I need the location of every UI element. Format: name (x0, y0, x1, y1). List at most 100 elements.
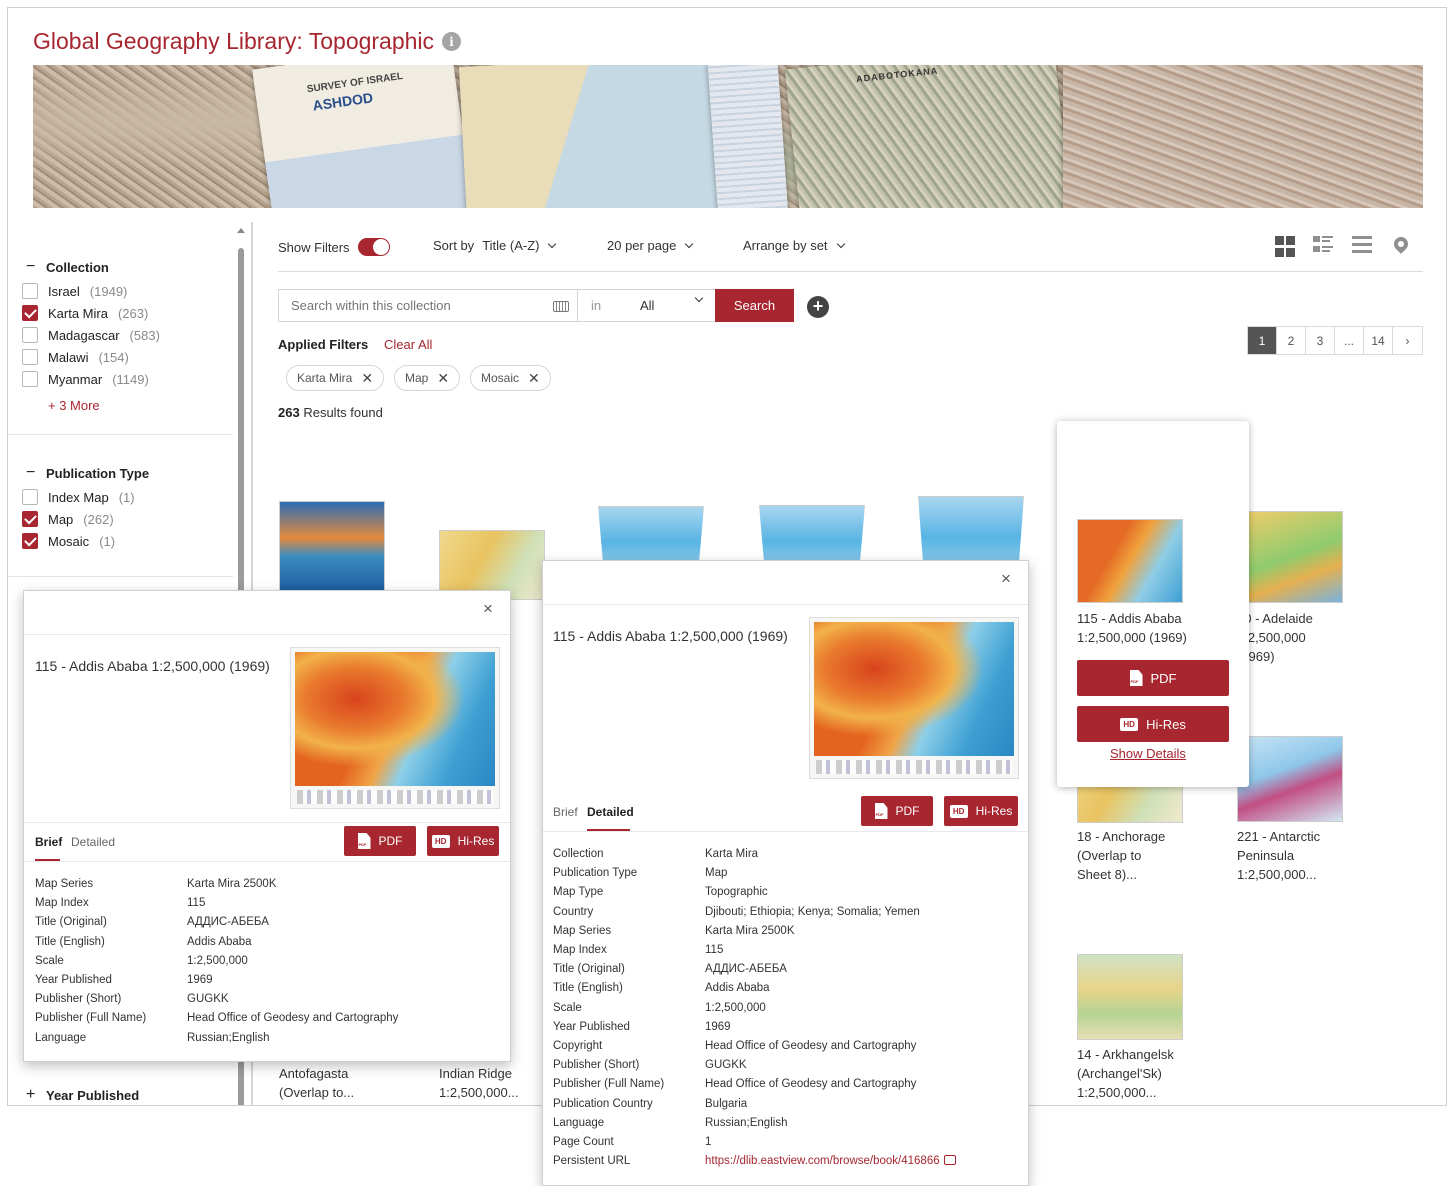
facet-option-label: Israel (48, 283, 80, 299)
show-filters-toggle[interactable] (357, 238, 390, 256)
result-thumbnail[interactable] (1077, 954, 1183, 1040)
add-search-row-icon[interactable]: + (807, 296, 829, 318)
hi-res-button[interactable]: HD Hi-Res (427, 826, 499, 856)
results-toolbar: Show Filters Sort by Title (A-Z) 20 per … (278, 234, 1423, 272)
metadata-value: АДДИС-АБЕБА (187, 916, 269, 929)
keyboard-icon[interactable] (553, 301, 569, 312)
checkbox[interactable] (22, 327, 38, 343)
facet-option[interactable]: Index Map (1) (22, 489, 135, 505)
result-caption[interactable]: 18 - Anchorage (Overlap to Sheet 8)... (1077, 827, 1165, 884)
per-page-select[interactable]: 20 per page (607, 238, 694, 253)
more-collections-link[interactable]: + 3 More (48, 398, 100, 413)
remove-filter-icon[interactable]: ✕ (528, 370, 540, 387)
list-view-icon[interactable] (1352, 236, 1374, 258)
hi-res-button[interactable]: HD Hi-Res (1077, 706, 1229, 742)
checkbox[interactable] (22, 371, 38, 387)
caption-line: (Overlap to (1077, 848, 1142, 863)
facet-publication-type-heading[interactable]: − Publication Type (26, 464, 149, 482)
metadata-row: Map Series Karta Mira 2500K (35, 878, 277, 890)
close-icon[interactable]: × (483, 599, 493, 619)
checkbox[interactable] (22, 489, 38, 505)
result-caption[interactable]: Indian Ridge 1:2,500,000... (439, 1064, 519, 1102)
hd-icon: HD (1120, 717, 1139, 731)
facet-option-label: Karta Mira (48, 305, 108, 321)
caption-line: (Overlap to... (279, 1085, 355, 1100)
page-button[interactable]: 1 (1248, 327, 1277, 354)
checkbox[interactable] (22, 533, 38, 549)
result-thumbnail[interactable] (598, 506, 704, 566)
result-thumbnail[interactable] (1237, 736, 1343, 822)
search-button[interactable]: Search (715, 289, 794, 322)
info-icon[interactable]: i (442, 32, 462, 51)
facet-option[interactable]: Mosaic (1) (22, 533, 115, 549)
facet-option[interactable]: Madagascar (583) (22, 327, 160, 343)
metadata-row: Map Index 115 (35, 897, 205, 909)
persistent-url-link[interactable]: https://dlib.eastview.com/browse/book/41… (705, 1155, 940, 1167)
tab-brief[interactable]: Brief (35, 835, 62, 849)
expand-icon[interactable]: + (26, 1086, 36, 1104)
result-caption[interactable]: 221 - Antarctic Peninsula 1:2,500,000... (1237, 827, 1320, 884)
grid-view-icon[interactable] (1275, 236, 1297, 258)
search-scope-select[interactable]: All (640, 298, 654, 313)
facet-year-published-heading[interactable]: + Year Published (26, 1086, 139, 1104)
tab-detailed[interactable]: Detailed (71, 835, 115, 849)
facet-title: Collection (46, 259, 109, 275)
result-hover-card[interactable]: 115 - Addis Ababa 1:2,500,000 (1969) PDF… (1057, 421, 1249, 787)
scroll-up-arrow-icon[interactable] (237, 228, 245, 233)
collapse-icon[interactable]: − (26, 258, 36, 276)
result-caption[interactable]: Antofagasta (Overlap to... (279, 1064, 354, 1102)
close-icon[interactable]: × (1001, 569, 1011, 589)
chevron-down-icon (685, 239, 694, 248)
checkbox[interactable] (22, 283, 38, 299)
tab-brief[interactable]: Brief (553, 805, 578, 819)
copy-link-icon[interactable] (943, 1155, 956, 1166)
pdf-button[interactable]: PDF (1077, 660, 1229, 696)
page-button[interactable]: 2 (1277, 327, 1306, 354)
page-button[interactable]: ... (1335, 327, 1364, 354)
metadata-value: Addis Ababa (705, 982, 770, 995)
facet-option[interactable]: Karta Mira (263) (22, 305, 148, 321)
filter-chip[interactable]: Mosaic ✕ (470, 365, 551, 391)
result-caption[interactable]: 14 - Arkhangelsk (Archangel'Sk) 1:2,500,… (1077, 1045, 1174, 1102)
page-button[interactable]: 3 (1306, 327, 1335, 354)
hi-res-button[interactable]: HD Hi-Res (944, 796, 1018, 826)
map-pin-icon[interactable] (1391, 234, 1416, 258)
filter-chip[interactable]: Karta Mira ✕ (286, 365, 385, 391)
sort-control[interactable]: Sort by Title (A-Z) (433, 238, 557, 253)
result-caption[interactable]: 115 - Addis Ababa 1:2,500,000 (1969) (1077, 609, 1187, 647)
result-thumbnail[interactable] (279, 501, 385, 593)
facet-option[interactable]: Map (262) (22, 511, 114, 527)
result-thumbnail[interactable] (1237, 511, 1343, 603)
facet-option[interactable]: Israel (1949) (22, 283, 127, 299)
filter-chip[interactable]: Map ✕ (394, 365, 461, 391)
facet-option-label: Madagascar (48, 327, 120, 343)
facet-collection-heading[interactable]: − Collection (26, 258, 109, 276)
remove-filter-icon[interactable]: ✕ (437, 370, 449, 387)
facet-option-count: (1949) (89, 283, 128, 299)
pdf-button[interactable]: PDF (861, 796, 933, 826)
next-page-button[interactable]: › (1393, 327, 1422, 354)
page-button[interactable]: 14 (1364, 327, 1393, 354)
result-thumbnail[interactable] (1077, 519, 1183, 603)
search-input[interactable] (291, 298, 541, 313)
checkbox[interactable] (22, 511, 38, 527)
remove-filter-icon[interactable]: ✕ (361, 370, 373, 387)
show-filters-control[interactable]: Show Filters (278, 238, 390, 256)
arrange-select[interactable]: Arrange by set (743, 238, 845, 253)
checkbox[interactable] (22, 305, 38, 321)
detail-list-view-icon[interactable] (1313, 236, 1335, 258)
facet-option[interactable]: Malawi (154) (22, 349, 129, 365)
tab-detailed[interactable]: Detailed (587, 805, 634, 819)
show-details-link[interactable]: Show Details (1110, 746, 1186, 761)
clear-all-link[interactable]: Clear All (384, 337, 432, 352)
arrange-value: Arrange by set (743, 238, 828, 253)
result-thumbnail[interactable] (918, 496, 1024, 566)
result-thumbnail[interactable] (759, 505, 865, 565)
collapse-icon[interactable]: − (26, 464, 36, 482)
divider (24, 822, 510, 823)
metadata-value: Russian;English (705, 1116, 788, 1129)
sort-value[interactable]: Title (A-Z) (482, 238, 539, 253)
pdf-button[interactable]: PDF (344, 826, 416, 856)
facet-option[interactable]: Myanmar (1149) (22, 371, 149, 387)
checkbox[interactable] (22, 349, 38, 365)
